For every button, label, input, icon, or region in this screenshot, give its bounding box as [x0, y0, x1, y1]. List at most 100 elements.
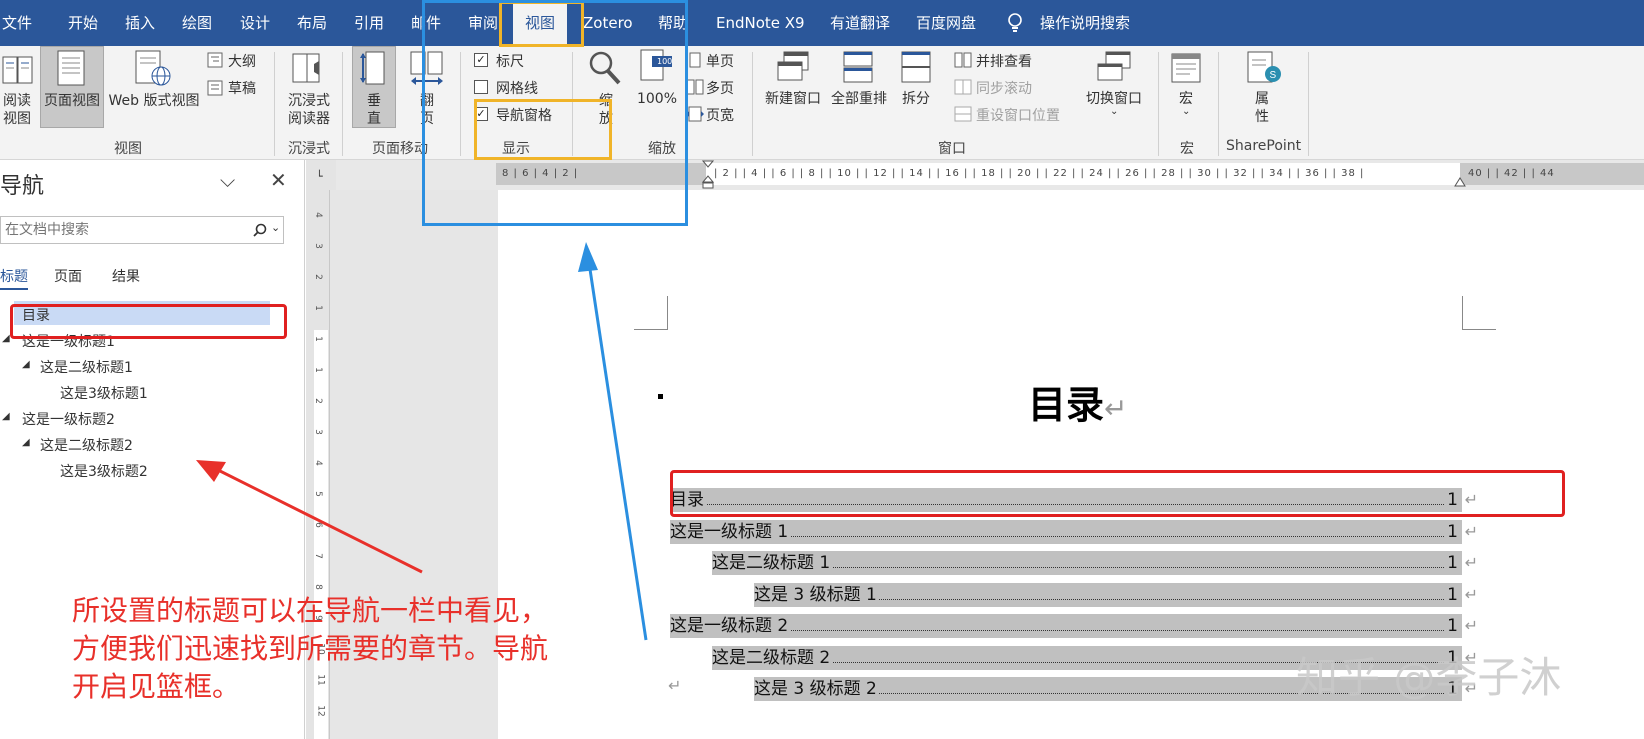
watermark: 知乎 @李子沐: [1296, 653, 1562, 702]
right-indent-marker-icon[interactable]: [1454, 174, 1466, 188]
toc-entry-text: 这是一级标题 1: [670, 519, 791, 544]
properties-button[interactable]: 属 性: [1244, 90, 1280, 126]
close-icon[interactable]: ✕: [270, 168, 287, 192]
outline-button[interactable]: 大纲: [228, 51, 256, 71]
tab-baidu[interactable]: 百度网盘: [916, 0, 976, 46]
toc-entry[interactable]: 这是一级标题 2 1 ↵: [670, 614, 1478, 638]
sharepoint-group-label: SharePoint: [1226, 138, 1302, 154]
tab-design[interactable]: 设计: [240, 0, 270, 46]
immersive-reader-icon: [292, 53, 320, 83]
document-title-text: 目录: [1028, 383, 1105, 427]
nav-heading-item[interactable]: 这是3级标题1: [60, 383, 148, 403]
multiple-pages-icon: [686, 79, 704, 95]
print-layout-button[interactable]: 页面视图: [40, 92, 104, 110]
vertical-button[interactable]: 垂 直: [352, 92, 396, 128]
tab-stop-icon[interactable]: └: [316, 170, 323, 183]
show-group-blue-highlight: [422, 0, 688, 226]
chevron-down-icon[interactable]: ⌄: [1182, 106, 1190, 117]
tab-file[interactable]: 文件: [2, 0, 32, 46]
tab-references[interactable]: 引用: [354, 0, 384, 46]
toc-entry[interactable]: 这是二级标题 1 1 ↵: [712, 551, 1478, 575]
page-width-button[interactable]: 页宽: [706, 105, 734, 125]
collapse-triangle-icon[interactable]: ◢: [22, 437, 30, 448]
toc-page-number: 1: [1447, 616, 1458, 636]
one-page-button[interactable]: 单页: [706, 51, 734, 71]
sync-scroll-button[interactable]: 同步滚动: [976, 78, 1032, 98]
tab-insert[interactable]: 插入: [125, 0, 155, 46]
collapse-triangle-icon[interactable]: ◢: [22, 359, 30, 370]
print-layout-icon: [57, 50, 85, 86]
reset-window-position-button[interactable]: 重设窗口位置: [976, 105, 1060, 125]
read-mode-label-2: 视图: [3, 111, 31, 127]
page-corner-mark: [1462, 296, 1496, 330]
ruler-number: 3: [312, 243, 323, 249]
toc-entry[interactable]: 这是 3 级标题 1 1 ↵: [754, 582, 1478, 607]
macros-group-label: 宏: [1180, 141, 1194, 157]
read-mode-label-1: 阅读: [3, 93, 31, 109]
immersive-reader-label-2: 阅读器: [288, 111, 330, 127]
ruler-number: 1: [312, 367, 323, 373]
read-mode-icon: [2, 56, 33, 84]
immersive-reader-button[interactable]: 沉浸式 阅读器: [284, 92, 334, 128]
ruler-corner[interactable]: └: [306, 160, 336, 190]
nav-heading-item[interactable]: 这是一级标题2: [22, 409, 115, 429]
nav-heading-item[interactable]: 这是二级标题1: [40, 357, 133, 377]
nav-tab-pages[interactable]: 页面: [54, 266, 82, 286]
nav-search-box[interactable]: ⌄: [0, 216, 284, 244]
vertical-label-2: 直: [367, 111, 381, 127]
ribbon-tab-bar: 文件 开始 插入 绘图 设计 布局 引用 邮件 审阅 视图 Zotero 帮助 …: [0, 0, 1644, 46]
toc-entry[interactable]: 这是一级标题 1 1 ↵: [670, 519, 1478, 544]
view-side-by-side-button[interactable]: 并排查看: [976, 51, 1032, 71]
new-window-icon: [777, 51, 809, 81]
group-separator: [752, 52, 753, 156]
paragraph-mark: ↵: [1464, 616, 1478, 635]
group-separator: [1218, 52, 1219, 156]
nav-tab-headings[interactable]: 标题: [0, 266, 28, 290]
collapse-triangle-icon[interactable]: ◢: [2, 333, 10, 344]
draft-button[interactable]: 草稿: [228, 78, 256, 98]
split-button[interactable]: 拆分: [894, 90, 938, 108]
ruler-numbers: | 2 | | 4 | | 6 | | 8 | | 10 | | 12 | | …: [714, 168, 1365, 179]
tab-home[interactable]: 开始: [68, 0, 98, 46]
paragraph-mark: ↵: [1464, 584, 1478, 604]
tab-draw[interactable]: 绘图: [182, 0, 212, 46]
read-mode-button[interactable]: 阅读 视图: [0, 92, 34, 128]
collapse-triangle-icon[interactable]: ◢: [2, 411, 10, 422]
indent-marker-icon[interactable]: [702, 160, 714, 190]
tell-me-search[interactable]: 操作说明搜索: [1040, 0, 1130, 46]
vertical-label-1: 垂: [367, 93, 381, 109]
window-group-label: 窗口: [938, 141, 966, 157]
tab-layout[interactable]: 布局: [297, 0, 327, 46]
ruler-number: 8: [312, 584, 323, 590]
document-title[interactable]: 目录↵: [1028, 374, 1127, 429]
nav-search-input[interactable]: [1, 217, 241, 243]
annotation-line: 开启见篮框。: [72, 670, 241, 703]
ruler-number: 2: [312, 274, 323, 280]
tab-endnote[interactable]: EndNote X9: [716, 0, 805, 46]
tab-youdao[interactable]: 有道翻译: [830, 0, 890, 46]
view-group-label: 视图: [114, 141, 142, 157]
paragraph-mark: ↵: [1464, 521, 1478, 541]
chevron-down-icon[interactable]: ⌵: [220, 168, 235, 192]
reset-window-icon: [954, 106, 972, 122]
nav-heading-item[interactable]: 这是3级标题2: [60, 461, 148, 481]
page-move-group-label: 页面移动: [372, 141, 428, 157]
nav-tab-results[interactable]: 结果: [112, 266, 140, 286]
new-window-button[interactable]: 新建窗口: [760, 90, 826, 108]
nav-heading-item[interactable]: 这是二级标题2: [40, 435, 133, 455]
split-icon: [901, 51, 931, 83]
outline-icon: [207, 52, 223, 68]
web-layout-button[interactable]: Web 版式视图: [106, 92, 202, 110]
switch-windows-icon: [1097, 51, 1131, 81]
toc-entry-text: 这是一级标题 2: [670, 614, 791, 638]
multiple-pages-button[interactable]: 多页: [706, 78, 734, 98]
paragraph-mark: ↵: [1464, 553, 1478, 572]
lightbulb-icon[interactable]: [1007, 13, 1023, 33]
chevron-down-icon[interactable]: ⌄: [1110, 106, 1118, 117]
chevron-down-icon[interactable]: ⌄: [271, 221, 280, 234]
toc-page-number: 1: [1447, 521, 1458, 542]
search-icon[interactable]: [253, 223, 267, 237]
arrange-all-button[interactable]: 全部重排: [826, 90, 892, 108]
ruler-number: 1: [312, 305, 323, 311]
one-page-icon: [689, 52, 701, 68]
